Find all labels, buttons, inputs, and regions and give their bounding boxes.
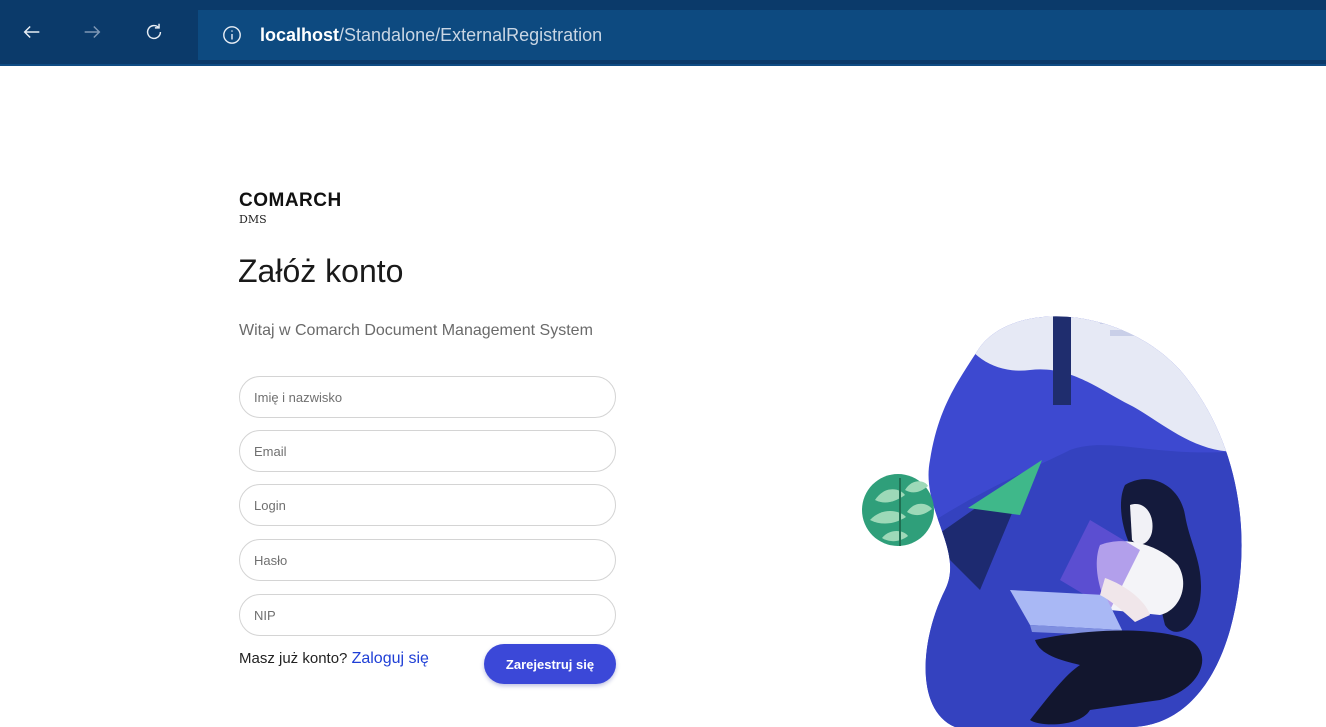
info-circle-icon[interactable] [222,25,242,45]
register-button[interactable]: Zarejestruj się [484,644,616,684]
nip-input[interactable] [239,594,616,636]
url-host: localhost [260,24,340,45]
woman-with-laptop-illustration [862,316,1242,727]
url-text[interactable]: localhost/Standalone/ExternalRegistratio… [260,25,602,46]
address-bar[interactable]: localhost/Standalone/ExternalRegistratio… [198,10,1326,60]
forward-button[interactable] [78,18,106,46]
logo-brand: COMARCH [239,190,342,211]
login-link[interactable]: Zaloguj się [352,650,429,667]
arrow-right-icon [84,25,101,39]
logo-product: DMS [239,213,267,226]
url-path: /Standalone/ExternalRegistration [339,24,603,45]
reload-icon [146,23,162,40]
password-input[interactable] [239,539,616,581]
email-input[interactable] [239,430,616,472]
login-input[interactable] [239,484,616,526]
browser-toolbar: localhost/Standalone/ExternalRegistratio… [0,0,1326,66]
arrow-left-icon [23,25,40,39]
comarch-dms-logo: COMARCH DMS [239,190,342,226]
have-account-row: Masz już konto? Zaloguj się [239,650,429,668]
page-subtitle: Witaj w Comarch Document Management Syst… [239,322,593,339]
reload-button[interactable] [140,18,168,46]
have-account-text: Masz już konto? [239,650,348,667]
full-name-input[interactable] [239,376,616,418]
back-button[interactable] [18,18,46,46]
page-title: Załóż konto [238,253,404,289]
